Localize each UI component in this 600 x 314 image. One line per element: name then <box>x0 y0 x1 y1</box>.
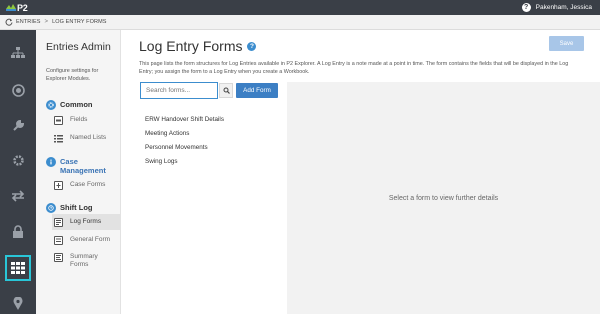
search-icon <box>223 87 230 94</box>
field-icon <box>54 115 63 125</box>
group-common: Common <box>46 100 93 110</box>
save-button[interactable]: Save <box>549 36 584 51</box>
logo-text: P2 <box>17 2 28 13</box>
app-logo[interactable]: P2 <box>6 0 28 15</box>
top-bar: P2 ? Pakenham, Jessica <box>0 0 600 15</box>
clock-icon <box>46 203 56 213</box>
sidebar-item-case-forms[interactable]: Case Forms <box>52 177 120 193</box>
entries-admin-sidebar: Entries Admin Configure settings for Exp… <box>36 30 121 314</box>
list-item[interactable]: Meeting Actions <box>145 127 224 141</box>
user-menu[interactable]: Pakenham, Jessica <box>536 4 592 11</box>
list-item[interactable]: ERW Handover Shift Details <box>145 113 224 127</box>
breadcrumb-entries[interactable]: ENTRIES <box>16 19 41 25</box>
sidebar-item-label: General Form <box>70 236 111 243</box>
page-description: This page lists the form structures for … <box>139 61 600 76</box>
list-item[interactable]: Swing Logs <box>145 155 224 169</box>
logo-mark-icon <box>6 3 16 11</box>
description-line: This page lists the form structures for … <box>139 61 569 67</box>
group-label: Case Management <box>60 157 106 175</box>
group-label: Common <box>60 100 93 109</box>
form-list: ERW Handover Shift Details Meeting Actio… <box>145 113 224 169</box>
sidebar-subtitle: Configure settings for Explorer Modules. <box>46 68 99 82</box>
log-form-icon <box>54 217 63 227</box>
sidebar-item-label: Named Lists <box>70 134 107 141</box>
search-input[interactable] <box>146 87 217 94</box>
rail-grid-icon[interactable] <box>5 255 31 281</box>
module-rail <box>0 30 36 314</box>
list-item[interactable]: Personnel Movements <box>145 141 224 155</box>
rail-gear-icon[interactable] <box>5 147 31 173</box>
refresh-icon[interactable] <box>5 18 13 26</box>
sidebar-item-label: Case Forms <box>70 181 106 188</box>
sidebar-item-general-form[interactable]: General Form <box>52 232 120 248</box>
form-icon <box>54 180 63 190</box>
summary-form-icon <box>54 253 63 262</box>
gear-icon <box>46 100 56 110</box>
main-content: Log Entry Forms ? Save This page lists t… <box>121 30 600 314</box>
breadcrumb-log-entry-forms: LOG ENTRY FORMS <box>52 19 107 25</box>
general-form-icon <box>54 235 63 245</box>
breadcrumb: ENTRIES > LOG ENTRY FORMS <box>0 15 600 30</box>
breadcrumb-separator: > <box>44 19 49 25</box>
help-icon[interactable]: ? <box>521 3 531 12</box>
sidebar-item-named-lists[interactable]: Named Lists <box>52 130 120 146</box>
page-title-text: Log Entry Forms <box>139 38 243 54</box>
rail-transfer-icon[interactable] <box>5 183 31 209</box>
sidebar-item-label: Summary Forms <box>70 253 98 268</box>
form-detail-pane: Select a form to view further details <box>287 82 600 314</box>
help-icon[interactable]: ? <box>247 41 257 51</box>
rail-lock-icon[interactable] <box>5 218 31 244</box>
rail-globe-icon[interactable] <box>5 77 31 103</box>
sidebar-item-summary-forms[interactable]: Summary Forms <box>52 250 120 274</box>
rail-network-icon[interactable] <box>5 40 31 66</box>
sidebar-title: Entries Admin <box>46 41 111 53</box>
sidebar-item-log-forms[interactable]: Log Forms <box>52 214 120 230</box>
rail-wrench-icon[interactable] <box>5 112 31 138</box>
list-icon <box>54 134 63 143</box>
add-form-button[interactable]: Add Form <box>236 83 278 98</box>
empty-state-message: Select a form to view further details <box>388 194 499 202</box>
description-line: Entry; you assign the form to a Log Entr… <box>139 68 310 75</box>
page-title: Log Entry Forms ? <box>139 38 257 54</box>
rail-map-pin-icon[interactable] <box>5 290 31 314</box>
group-shift-log: Shift Log <box>46 203 93 213</box>
sidebar-item-label: Fields <box>70 116 88 123</box>
group-case-management: Case Management <box>46 157 118 175</box>
info-icon <box>46 157 56 167</box>
search-field[interactable] <box>140 82 218 99</box>
search-button[interactable] <box>219 83 233 98</box>
sidebar-item-fields[interactable]: Fields <box>52 112 120 128</box>
group-label: Shift Log <box>60 203 93 212</box>
sidebar-item-label: Log Forms <box>70 218 102 225</box>
